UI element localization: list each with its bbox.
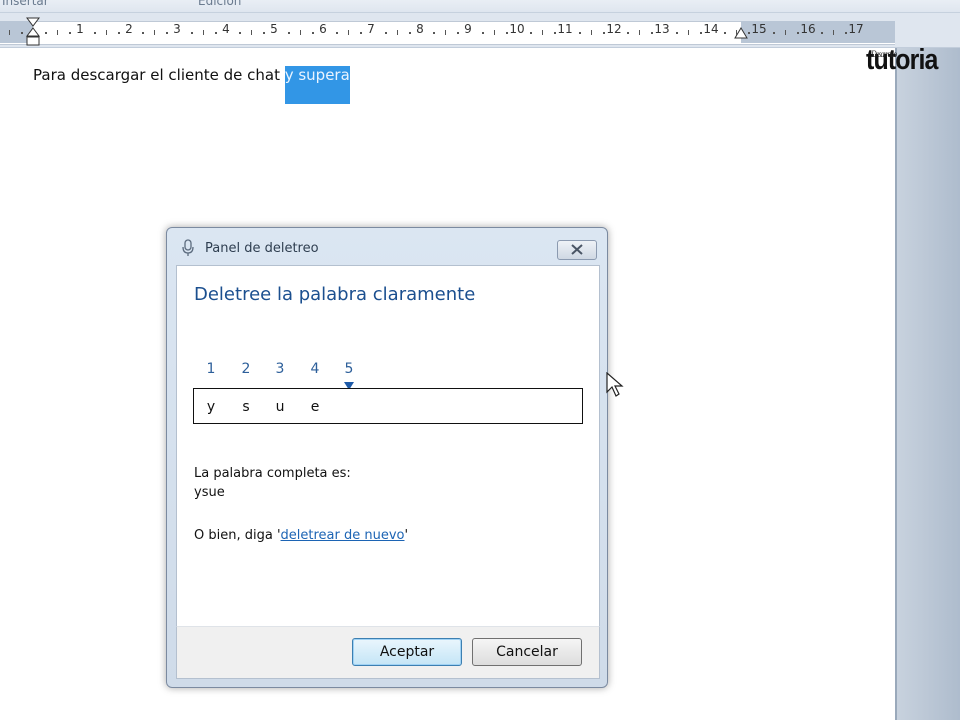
ruler-tick	[773, 32, 775, 34]
ruler-tick	[57, 30, 58, 35]
ruler-number: 7	[367, 22, 375, 36]
left-indent-marker-icon[interactable]	[26, 17, 40, 47]
ruler-number: 10	[509, 22, 525, 36]
ruler-tick	[530, 32, 532, 34]
ruler-number: 9	[464, 22, 472, 36]
position-number: 2	[241, 361, 251, 377]
position-number: 1	[206, 361, 216, 377]
ruler-tick	[676, 32, 678, 34]
ruler-tick	[251, 30, 252, 35]
ruler-tick	[385, 32, 387, 34]
close-button[interactable]	[557, 240, 597, 260]
ribbon-group-edit: Edición	[198, 0, 242, 8]
document-text: Para descargar el cliente de chat	[33, 66, 285, 84]
ruler-number: 17	[848, 22, 864, 36]
horizontal-ruler[interactable]: 1 2 3 4 5 6 7 8 9 10 11 12 13 14 15 16 17	[0, 13, 960, 48]
ruler-tick	[203, 30, 204, 35]
ruler-number: 6	[319, 22, 327, 36]
ruler-tick	[9, 30, 10, 35]
spelled-letter: s	[242, 399, 250, 415]
ruler-number: 11	[557, 22, 573, 36]
dialog-footer: Aceptar Cancelar	[176, 626, 600, 679]
alternative-instruction: O bien, diga 'deletrear de nuevo'	[194, 528, 408, 543]
ruler-number: 16	[800, 22, 816, 36]
position-number: 4	[310, 361, 320, 377]
ruler-number: 3	[173, 22, 181, 36]
ruler-tick	[445, 30, 446, 35]
respell-link[interactable]: deletrear de nuevo	[281, 528, 405, 543]
ruler-number: 4	[222, 22, 230, 36]
ruler-number: 5	[270, 22, 278, 36]
selected-text[interactable]: y supera	[284, 66, 350, 104]
spelling-dialog: Panel de deletreo Deletree la palabra cl…	[166, 227, 608, 688]
ruler-tick	[482, 32, 484, 34]
ruler-tick	[785, 30, 786, 35]
ruler-tick	[433, 32, 435, 34]
ruler-number: 1	[76, 22, 84, 36]
logo-script: Desarrollo	[871, 49, 897, 59]
ruler-tick	[94, 32, 96, 34]
right-side-pane	[897, 48, 960, 720]
spelling-input[interactable]: y s u e	[193, 388, 583, 424]
alt-prefix: O bien, diga '	[194, 528, 281, 543]
spelled-letter: u	[275, 399, 285, 415]
close-icon	[571, 244, 583, 255]
ruler-tick	[154, 30, 155, 35]
ruler-tick	[348, 30, 349, 35]
ribbon-group-insert: Insertar	[2, 0, 49, 8]
dialog-body: Deletree la palabra claramente 1 2 3 4 5…	[176, 265, 600, 628]
alt-suffix: '	[404, 528, 409, 543]
mouse-cursor-icon	[606, 372, 624, 397]
ruler-number: 2	[125, 22, 133, 36]
ruler-tick	[494, 30, 495, 35]
tutorial-logo: Desarrollo tutoria	[866, 40, 947, 80]
ruler-tick	[288, 32, 290, 34]
accept-button[interactable]: Aceptar	[352, 638, 462, 666]
ruler-number: 14	[703, 22, 719, 36]
ruler-number: 13	[654, 22, 670, 36]
ruler-tick	[106, 30, 107, 35]
complete-word-value: ysue	[194, 485, 225, 500]
ruler-tick	[336, 32, 338, 34]
ruler-tick	[191, 32, 193, 34]
document-paragraph[interactable]: Para descargar el cliente de chat y supe…	[33, 66, 350, 104]
position-number: 3	[275, 361, 285, 377]
ruler-tick	[833, 30, 834, 35]
position-number: 5	[344, 361, 354, 377]
ruler-tick	[736, 30, 737, 35]
ruler-tick	[239, 32, 241, 34]
ruler-tick	[579, 32, 581, 34]
spelled-letter: y	[206, 399, 216, 415]
ruler-tick	[639, 30, 640, 35]
cancel-button[interactable]: Cancelar	[472, 638, 582, 666]
ruler-tick	[591, 30, 592, 35]
complete-word-label: La palabra completa es:	[194, 466, 351, 481]
ruler-number: 12	[606, 22, 622, 36]
dialog-title: Panel de deletreo	[205, 241, 319, 256]
ribbon-strip: Insertar Edición	[0, 0, 960, 13]
ruler-tick	[724, 32, 726, 34]
ruler-tick	[688, 30, 689, 35]
ruler-tick	[300, 30, 301, 35]
ruler-tick	[397, 30, 398, 35]
ruler-tick	[627, 32, 629, 34]
ruler-tick	[821, 32, 823, 34]
ruler-tick	[142, 32, 144, 34]
dialog-heading: Deletree la palabra claramente	[194, 284, 476, 305]
ruler-number: 8	[416, 22, 424, 36]
ruler-tick	[21, 32, 23, 34]
spelled-letter: e	[310, 399, 320, 415]
ruler-number: 15	[751, 22, 767, 36]
ruler-tick	[542, 30, 543, 35]
microphone-icon	[182, 239, 194, 256]
ruler-tick	[45, 32, 47, 34]
